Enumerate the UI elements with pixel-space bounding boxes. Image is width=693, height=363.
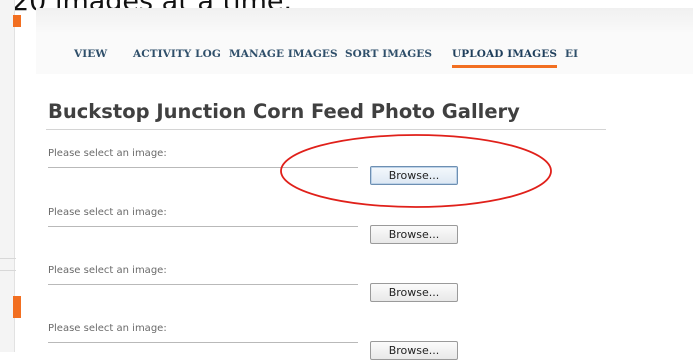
sidebar-divider <box>0 270 16 271</box>
file-path-input[interactable] <box>48 167 358 179</box>
sidebar-divider <box>0 258 16 259</box>
upload-row-label: Please select an image: <box>48 207 167 218</box>
gallery-tab-bar: VIEW ACTIVITY LOG MANAGE IMAGES SORT IMA… <box>36 34 693 75</box>
browse-button[interactable]: Browse... <box>370 166 458 185</box>
upload-row: Please select an image: Browse... <box>48 323 568 363</box>
upload-row: Please select an image: Browse... <box>48 265 568 305</box>
title-divider <box>46 129 606 130</box>
upload-row-label: Please select an image: <box>48 265 167 276</box>
upload-row: Please select an image: Browse... <box>48 148 568 188</box>
tab-upload-images-label: UPLOAD IMAGES <box>452 48 558 60</box>
upload-row-label: Please select an image: <box>48 323 167 334</box>
active-tab-underline <box>452 65 558 68</box>
file-path-input[interactable] <box>48 342 358 354</box>
upload-row: Please select an image: Browse... <box>48 207 568 247</box>
file-path-input[interactable] <box>48 226 358 238</box>
page-title: Buckstop Junction Corn Feed Photo Galler… <box>48 100 520 123</box>
file-path-input[interactable] <box>48 284 358 296</box>
tab-view[interactable]: VIEW <box>74 48 107 70</box>
sidebar-accent-bottom <box>13 296 21 318</box>
browse-button[interactable]: Browse... <box>370 225 458 244</box>
browse-button[interactable]: Browse... <box>370 341 458 360</box>
upload-panel: Buckstop Junction Corn Feed Photo Galler… <box>36 74 693 360</box>
tab-edit-truncated[interactable]: EI <box>565 48 578 70</box>
sidebar-accent-top <box>13 15 21 27</box>
tab-manage-images[interactable]: MANAGE IMAGES <box>229 48 338 70</box>
upload-row-label: Please select an image: <box>48 148 167 159</box>
tab-sort-images[interactable]: SORT IMAGES <box>345 48 432 70</box>
browse-button[interactable]: Browse... <box>370 283 458 302</box>
tab-upload-images[interactable]: UPLOAD IMAGES <box>452 48 558 70</box>
tab-activity-log[interactable]: ACTIVITY LOG <box>133 48 221 70</box>
header-strip <box>36 8 693 35</box>
